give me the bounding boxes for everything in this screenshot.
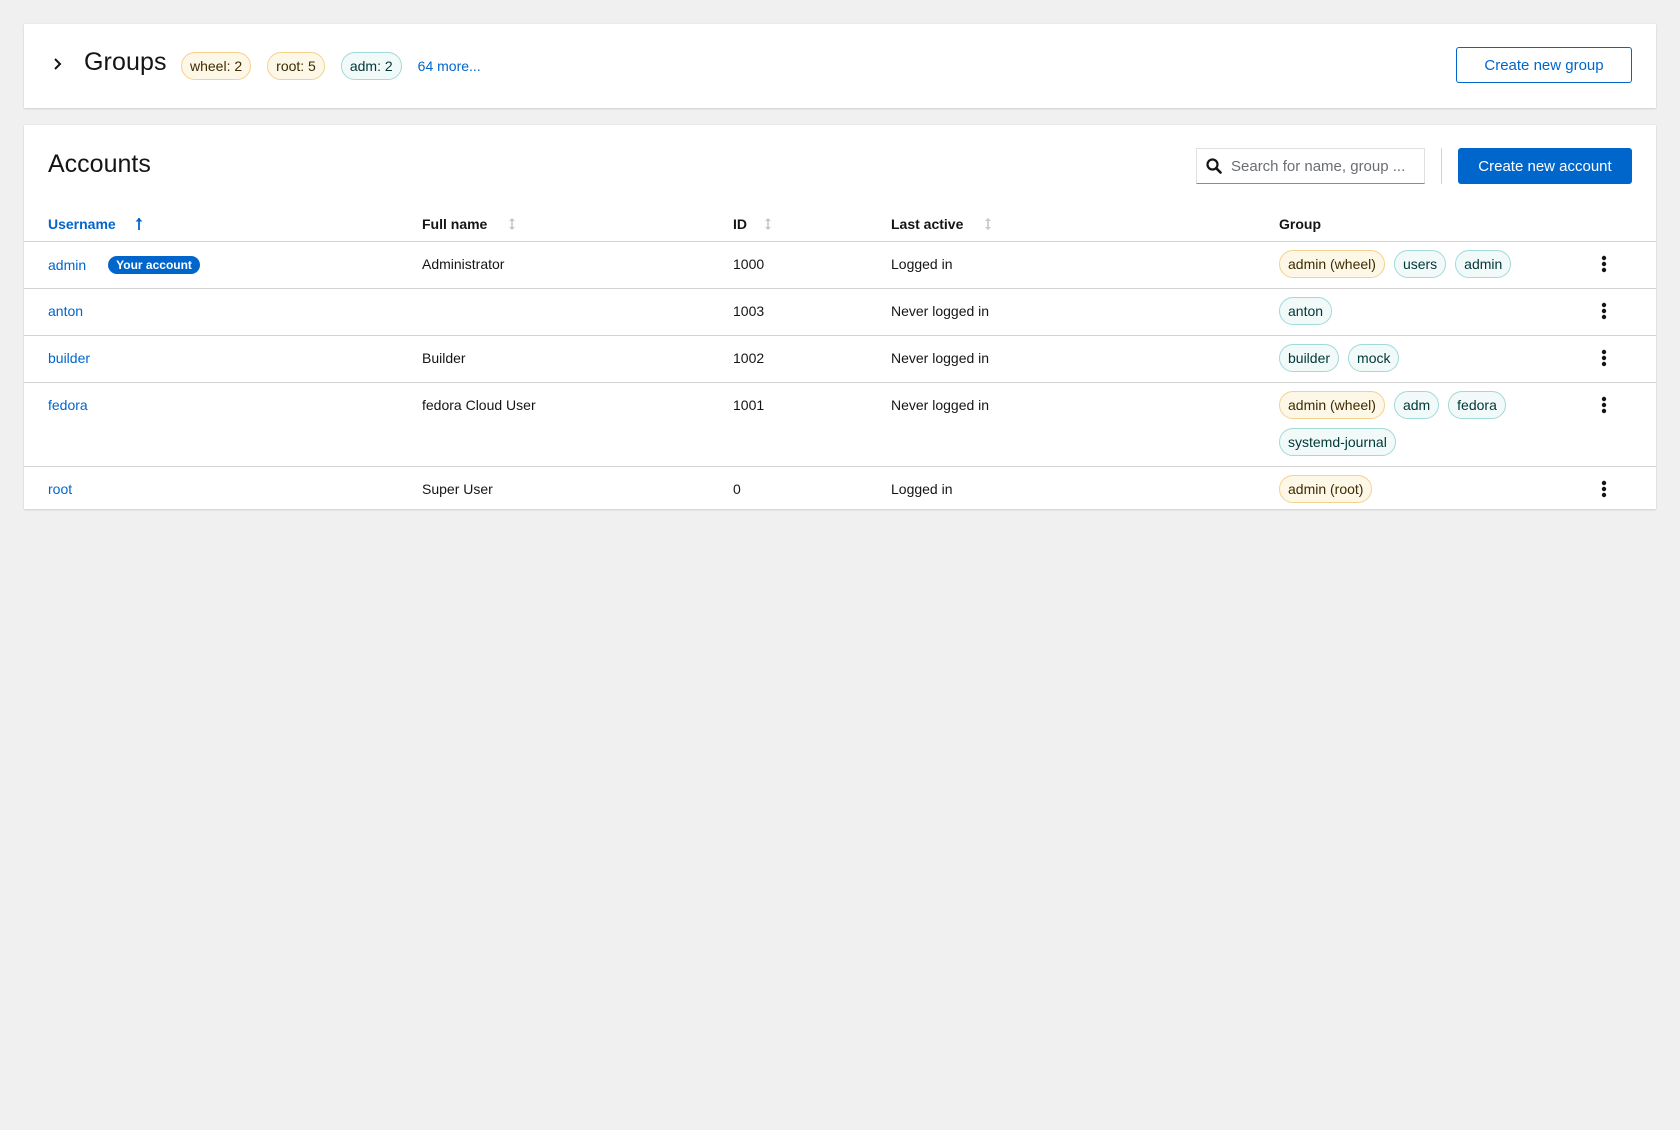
cell-actions [1592, 287, 1656, 335]
group-label: admin (wheel) [1279, 249, 1385, 278]
cell-username: builder [24, 334, 422, 382]
cell-full-name: Builder [422, 334, 733, 382]
table-row: anton 1003 Never logged in anton [24, 287, 1656, 335]
create-new-group-button[interactable]: Create new group [1456, 47, 1632, 83]
sort-icon [509, 217, 516, 230]
cell-last-active: Never logged in [891, 287, 1279, 335]
cell-actions [1592, 465, 1656, 513]
groups-title: Groups [84, 48, 167, 76]
kebab-icon [1601, 302, 1607, 319]
table-row: builder Builder 1002 Never logged in bui… [24, 334, 1656, 382]
column-header-username[interactable]: Username [24, 207, 422, 241]
search-icon [1197, 158, 1231, 174]
group-summary-label: root: 5 [267, 52, 325, 80]
cell-username: root [24, 465, 422, 513]
kebab-icon [1601, 255, 1607, 272]
cell-group: anton [1279, 287, 1592, 335]
username-link[interactable]: anton [48, 303, 83, 319]
cell-id: 1001 [733, 381, 891, 466]
cell-actions [1592, 381, 1656, 466]
cell-full-name: fedora Cloud User [422, 381, 733, 466]
column-header-group: Group [1279, 215, 1321, 232]
row-actions-kebab[interactable] [1592, 346, 1616, 370]
cell-actions [1592, 240, 1656, 288]
kebab-icon [1601, 480, 1607, 497]
group-label: admin [1455, 249, 1512, 278]
cell-full-name: Super User [422, 465, 733, 513]
column-header-actions [1592, 207, 1656, 241]
column-header-label: Last active [891, 215, 964, 232]
account-search [1196, 148, 1425, 184]
cell-full-name: Administrator [422, 240, 733, 288]
group-label: admin (root) [1279, 474, 1373, 503]
column-header-label: Full name [422, 215, 488, 232]
row-actions-kebab[interactable] [1592, 252, 1616, 276]
cell-id: 1000 [733, 240, 891, 288]
accounts-table: Username Full name ID Last active Group … [24, 207, 1656, 513]
table-row: fedora fedora Cloud User 1001 Never logg… [24, 381, 1656, 466]
kebab-icon [1601, 396, 1607, 413]
column-header-last-active[interactable]: Last active [891, 207, 1279, 241]
cell-id: 1003 [733, 287, 891, 335]
username-link[interactable]: admin [48, 257, 86, 273]
group-label: admin (wheel) [1279, 390, 1385, 419]
group-label: builder [1279, 343, 1340, 372]
row-actions-kebab[interactable] [1592, 393, 1616, 417]
groups-card: Groups wheel: 2 root: 5 adm: 2 64 more..… [24, 24, 1656, 108]
group-label: mock [1348, 343, 1400, 372]
group-label: systemd-journal [1279, 427, 1396, 456]
cell-last-active: Logged in [891, 240, 1279, 288]
username-link[interactable]: root [48, 481, 72, 497]
sort-icon [985, 217, 992, 230]
sort-icon [765, 217, 771, 230]
cell-last-active: Logged in [891, 465, 1279, 513]
more-groups-link[interactable]: 64 more... [418, 58, 481, 74]
create-new-account-button[interactable]: Create new account [1458, 148, 1632, 184]
cell-id: 0 [733, 465, 891, 513]
column-header-label: Username [48, 215, 116, 232]
accounts-card: Accounts Create new account Username [24, 125, 1656, 513]
cell-actions [1592, 334, 1656, 382]
table-row: root Super User 0 Logged in admin (root) [24, 465, 1656, 513]
cell-group: admin (root) [1279, 465, 1592, 513]
cell-group: admin (wheel) adm fedora systemd-journal [1279, 381, 1592, 466]
groups-summary: wheel: 2 root: 5 adm: 2 64 more... [181, 52, 481, 80]
column-header-id[interactable]: ID [733, 207, 891, 241]
group-label: adm [1393, 390, 1440, 419]
toolbar-divider [1441, 148, 1442, 184]
cell-username: anton [24, 287, 422, 335]
row-actions-kebab[interactable] [1592, 299, 1616, 323]
column-header-full-name[interactable]: Full name [422, 207, 733, 241]
cell-group: builder mock [1279, 334, 1592, 382]
row-actions-kebab[interactable] [1592, 477, 1616, 501]
chevron-right-icon [54, 58, 62, 70]
cell-last-active: Never logged in [891, 381, 1279, 466]
cell-username: admin Your account [24, 240, 422, 288]
column-header-label: ID [733, 215, 747, 232]
group-label: users [1393, 249, 1447, 278]
accounts-title: Accounts [48, 150, 151, 178]
sort-ascending-icon [135, 217, 143, 230]
group-label: anton [1279, 296, 1333, 325]
cell-group: admin (wheel) users admin [1279, 240, 1592, 288]
table-row: admin Your account Administrator 1000 Log… [24, 240, 1656, 288]
search-input[interactable] [1231, 157, 1421, 175]
cell-id: 1002 [733, 334, 891, 382]
group-summary-label: adm: 2 [340, 52, 402, 80]
cell-username: fedora [24, 381, 422, 466]
username-link[interactable]: fedora [48, 397, 88, 413]
group-summary-label: wheel: 2 [181, 52, 252, 80]
kebab-icon [1601, 349, 1607, 366]
groups-expand-toggle[interactable] [46, 52, 70, 76]
username-link[interactable]: builder [48, 350, 90, 366]
your-account-badge: Your account [108, 255, 200, 274]
cell-full-name [422, 287, 733, 335]
cell-last-active: Never logged in [891, 334, 1279, 382]
group-label: fedora [1448, 390, 1506, 419]
